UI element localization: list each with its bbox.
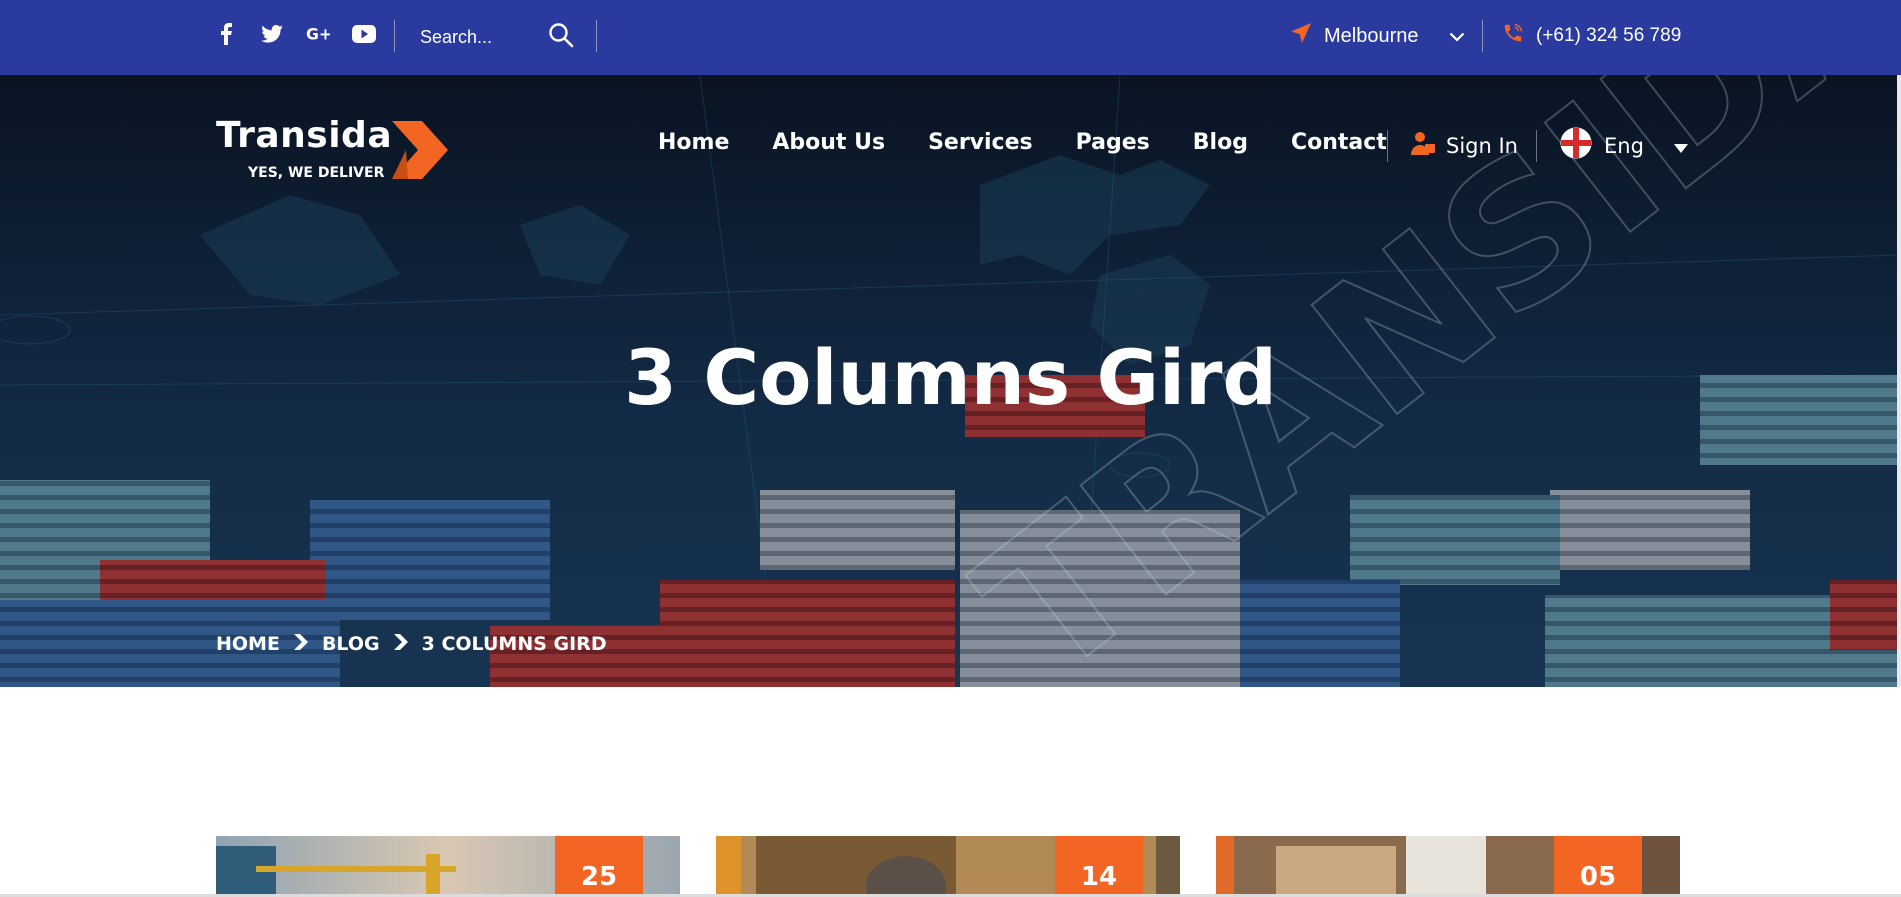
logo-chevron-icon (392, 121, 448, 179)
post-date-badge: 05 (1554, 836, 1642, 897)
divider (394, 20, 395, 52)
top-bar: G+ Melbourne (+61) 324 56 789 (0, 0, 1901, 75)
caret-down-icon (1673, 134, 1688, 158)
chevron-right-icon (393, 633, 408, 655)
youtube-icon[interactable] (352, 22, 376, 46)
divider (1482, 20, 1483, 52)
blog-card[interactable]: 14 (716, 836, 1180, 897)
location-arrow-icon (1290, 22, 1312, 50)
nav-item-services[interactable]: Services (928, 130, 1033, 155)
sign-in-label: Sign In (1446, 133, 1518, 158)
social-links: G+ (214, 22, 376, 46)
divider (596, 20, 597, 52)
location-selector[interactable]: Melbourne (1290, 22, 1465, 50)
nav-item-pages[interactable]: Pages (1076, 130, 1150, 155)
brand-tagline: YES, WE DELIVER (248, 165, 385, 181)
page-title: 3 Columns Gird (0, 333, 1901, 422)
location-label: Melbourne (1324, 24, 1419, 47)
brand-logo[interactable]: Transida YES, WE DELIVER (216, 115, 456, 185)
uk-flag-icon (1560, 127, 1592, 164)
hero-banner: TRANSIDA Transida YES, WE DELIVER Home A… (0, 75, 1901, 687)
phone-contact[interactable]: (+61) 324 56 789 (1502, 22, 1681, 50)
page-edge (1897, 75, 1901, 687)
blog-card[interactable]: 25 (216, 836, 680, 897)
breadcrumb-current: 3 COLUMNS GIRD (421, 633, 607, 655)
divider (1387, 130, 1388, 162)
divider (1536, 130, 1537, 162)
language-selector[interactable]: Eng (1560, 127, 1688, 164)
nav-item-blog[interactable]: Blog (1193, 130, 1248, 155)
post-date-badge: 14 (1055, 836, 1143, 897)
google-plus-icon[interactable]: G+ (306, 22, 330, 46)
chevron-down-icon (1449, 25, 1465, 48)
nav-item-about-us[interactable]: About Us (772, 130, 885, 155)
search-icon[interactable] (548, 22, 576, 50)
chevron-right-icon (293, 633, 308, 655)
language-label: Eng (1604, 133, 1644, 158)
phone-icon (1502, 22, 1524, 50)
brand-name: Transida (216, 115, 393, 156)
user-icon (1410, 130, 1436, 161)
phone-number: (+61) 324 56 789 (1536, 25, 1682, 46)
nav-item-contact[interactable]: Contact (1291, 130, 1387, 155)
nav-item-home[interactable]: Home (658, 130, 729, 155)
main-nav: Home About Us Services Pages Blog Contac… (658, 130, 1430, 155)
sign-in-link[interactable]: Sign In (1410, 130, 1518, 161)
breadcrumb: HOME BLOG 3 COLUMNS GIRD (216, 633, 607, 655)
twitter-icon[interactable] (260, 22, 284, 46)
page-title-text: 3 Columns Gird (624, 333, 1277, 422)
breadcrumb-blog[interactable]: BLOG (322, 633, 380, 655)
blog-card[interactable]: 05 (1216, 836, 1680, 897)
svg-text:G+: G+ (306, 25, 330, 43)
facebook-icon[interactable] (214, 22, 238, 46)
breadcrumb-home[interactable]: HOME (216, 633, 280, 655)
post-date-badge: 25 (555, 836, 643, 897)
